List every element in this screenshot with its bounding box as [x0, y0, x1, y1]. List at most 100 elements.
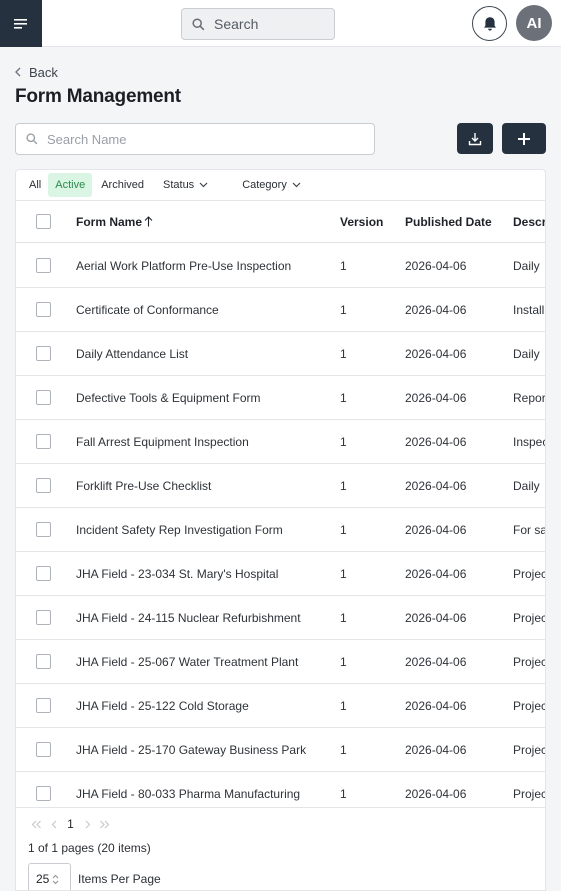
chevron-left-icon	[15, 67, 21, 77]
previous-page-button[interactable]	[45, 816, 62, 832]
description-cell: Project	[513, 698, 545, 713]
table-row[interactable]: JHA Field - 23-034 St. Mary's Hospital 1…	[16, 552, 545, 596]
download-button[interactable]	[457, 123, 493, 154]
published-date-cell: 2026-04-06	[405, 478, 467, 493]
form-name-cell[interactable]: JHA Field - 25-067 Water Treatment Plant	[76, 640, 338, 683]
row-checkbox[interactable]	[36, 566, 51, 581]
page-number-current[interactable]: 1	[62, 817, 79, 831]
sort-ascending-icon	[144, 216, 153, 227]
row-checkbox[interactable]	[36, 390, 51, 405]
row-checkbox[interactable]	[36, 346, 51, 361]
published-date-cell: 2026-04-06	[405, 346, 467, 361]
category-filter-dropdown[interactable]: Category	[236, 173, 307, 197]
chevrons-right-icon	[100, 820, 110, 828]
column-header-published-date[interactable]: Published Date	[405, 201, 509, 242]
table-row[interactable]: Daily Attendance List 1 2026-04-06 Daily	[16, 332, 545, 376]
row-checkbox[interactable]	[36, 434, 51, 449]
tab-all[interactable]: All	[22, 173, 48, 197]
page-title: Form Management	[15, 86, 181, 107]
pagination: 1	[28, 816, 113, 832]
filter-bar: All Active Archived Status Category	[16, 170, 545, 200]
form-name-cell[interactable]: Incident Safety Rep Investigation Form	[76, 508, 338, 551]
row-checkbox[interactable]	[36, 654, 51, 669]
menu-button[interactable]	[0, 0, 42, 47]
row-checkbox[interactable]	[36, 610, 51, 625]
form-name-cell[interactable]: Daily Attendance List	[76, 332, 338, 375]
add-form-button[interactable]	[502, 123, 546, 154]
published-date-cell: 2026-04-06	[405, 390, 467, 405]
form-name-cell[interactable]: JHA Field - 25-170 Gateway Business Park	[76, 728, 338, 771]
column-header-description[interactable]: Description	[513, 201, 545, 242]
form-name-cell[interactable]: JHA Field - 24-115 Nuclear Refurbishment	[76, 596, 338, 639]
version-cell: 1	[340, 742, 347, 757]
description-cell: Project	[513, 654, 545, 669]
table-row[interactable]: JHA Field - 25-170 Gateway Business Park…	[16, 728, 545, 772]
last-page-button[interactable]	[96, 816, 113, 832]
form-name-cell[interactable]: Aerial Work Platform Pre-Use Inspection	[76, 244, 338, 287]
notifications-button[interactable]	[472, 6, 507, 41]
back-label: Back	[29, 64, 58, 80]
column-header-form-name[interactable]: Form Name	[76, 201, 338, 242]
table-row[interactable]: Forklift Pre-Use Checklist 1 2026-04-06 …	[16, 464, 545, 508]
global-search-input[interactable]	[214, 16, 314, 32]
pages-info: 1 of 1 pages (20 items)	[28, 841, 151, 855]
table-row[interactable]: JHA Field - 25-067 Water Treatment Plant…	[16, 640, 545, 684]
column-header-version[interactable]: Version	[340, 201, 400, 242]
chevrons-left-icon	[31, 820, 41, 828]
row-checkbox[interactable]	[36, 698, 51, 713]
tab-archived[interactable]: Archived	[94, 173, 151, 197]
table-row[interactable]: JHA Field - 24-115 Nuclear Refurbishment…	[16, 596, 545, 640]
table-row[interactable]: Defective Tools & Equipment Form 1 2026-…	[16, 376, 546, 420]
bell-icon	[483, 16, 496, 31]
user-avatar[interactable]: AI	[516, 5, 552, 41]
row-checkbox[interactable]	[36, 478, 51, 493]
description-cell: Report	[513, 390, 546, 405]
table-row[interactable]: Incident Safety Rep Investigation Form 1…	[16, 508, 545, 552]
row-checkbox[interactable]	[36, 302, 51, 317]
version-cell: 1	[340, 566, 347, 581]
published-date-cell: 2026-04-06	[405, 522, 467, 537]
published-date-cell: 2026-04-06	[405, 742, 467, 757]
version-cell: 1	[340, 346, 347, 361]
form-name-cell[interactable]: Defective Tools & Equipment Form	[76, 376, 338, 419]
next-page-button[interactable]	[79, 816, 96, 832]
row-checkbox[interactable]	[36, 742, 51, 757]
name-search-input[interactable]	[47, 131, 347, 147]
name-search[interactable]	[15, 123, 375, 155]
select-all-checkbox[interactable]	[36, 214, 51, 229]
first-page-button[interactable]	[28, 816, 45, 832]
version-cell: 1	[340, 654, 347, 669]
table-row[interactable]: JHA Field - 25-122 Cold Storage 1 2026-0…	[16, 684, 545, 728]
items-per-page-value: 25	[36, 872, 50, 886]
version-cell: 1	[340, 302, 347, 317]
items-per-page-label: Items Per Page	[78, 872, 161, 886]
global-search[interactable]	[181, 8, 335, 40]
hamburger-menu-icon	[14, 18, 27, 29]
row-checkbox[interactable]	[36, 786, 51, 801]
description-cell: Inspect	[513, 434, 545, 449]
version-cell: 1	[340, 390, 347, 405]
chevron-down-icon	[199, 182, 208, 188]
version-cell: 1	[340, 698, 347, 713]
forms-card: All Active Archived Status Category Form…	[15, 169, 546, 891]
items-per-page-select[interactable]: 25	[28, 863, 71, 890]
description-cell: Project	[513, 610, 545, 625]
category-filter-label: Category	[242, 179, 287, 191]
table-row[interactable]: Aerial Work Platform Pre-Use Inspection …	[16, 244, 545, 288]
tab-active[interactable]: Active	[48, 173, 93, 197]
form-name-cell[interactable]: Fall Arrest Equipment Inspection	[76, 420, 338, 463]
form-name-cell[interactable]: Certificate of Conformance	[76, 288, 338, 331]
row-checkbox[interactable]	[36, 522, 51, 537]
table-row[interactable]: Certificate of Conformance 1 2026-04-06 …	[16, 288, 545, 332]
status-filter-dropdown[interactable]: Status	[157, 173, 214, 197]
form-name-cell[interactable]: Forklift Pre-Use Checklist	[76, 464, 338, 507]
form-name-cell[interactable]: JHA Field - 25-122 Cold Storage	[76, 684, 338, 727]
back-link[interactable]: Back	[15, 64, 58, 80]
row-checkbox[interactable]	[36, 258, 51, 273]
table-row[interactable]: Fall Arrest Equipment Inspection 1 2026-…	[16, 420, 545, 464]
description-cell: Install	[513, 302, 545, 317]
published-date-cell: 2026-04-06	[405, 566, 467, 581]
form-name-cell[interactable]: JHA Field - 23-034 St. Mary's Hospital	[76, 552, 338, 595]
chevron-down-icon	[292, 182, 301, 188]
description-cell: Daily	[513, 346, 540, 361]
